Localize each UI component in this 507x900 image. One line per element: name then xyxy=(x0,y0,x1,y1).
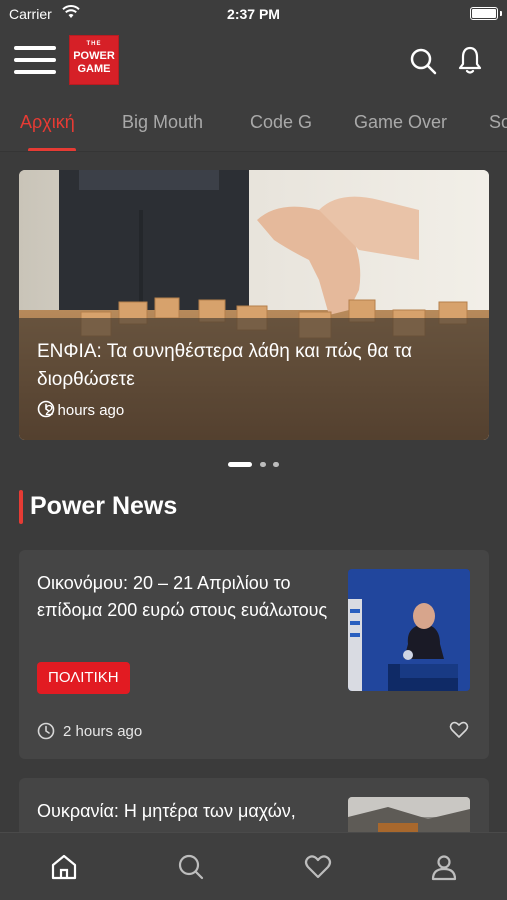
search-icon[interactable] xyxy=(409,47,437,75)
article-title[interactable]: Οικονόμου: 20 – 21 Απριλίου το επίδομα 2… xyxy=(37,570,332,624)
carousel-dot[interactable] xyxy=(260,462,266,467)
logo-the: THE xyxy=(86,41,102,47)
article-time-label: 2 hours ago xyxy=(63,722,143,740)
article-thumbnail[interactable] xyxy=(348,569,470,691)
bell-icon[interactable] xyxy=(457,45,483,75)
article-title[interactable]: Ουκρανία: Η μητέρα των μαχών, xyxy=(37,798,332,825)
bottom-nav xyxy=(0,832,507,900)
heart-icon[interactable] xyxy=(449,720,469,740)
clock-icon xyxy=(37,400,55,418)
active-tab-indicator xyxy=(28,148,76,151)
tab-game-over[interactable]: Game Over xyxy=(354,112,447,133)
home-icon[interactable] xyxy=(50,853,78,881)
category-tabs: Αρχική Big Mouth Code G Game Over So xyxy=(0,90,507,152)
carousel-dot[interactable] xyxy=(273,462,279,467)
featured-title[interactable]: ΕΝΦΙΑ: Τα συνηθέστερα λάθη και πώς θα τα… xyxy=(37,338,477,394)
article-card[interactable]: Οικονόμου: 20 – 21 Απριλίου το επίδομα 2… xyxy=(19,550,489,759)
featured-time: 2 hours ago xyxy=(37,400,124,420)
tab-big-mouth[interactable]: Big Mouth xyxy=(122,112,203,133)
status-bar: Carrier 2:37 PM xyxy=(0,0,507,30)
logo-game: GAME xyxy=(77,63,111,75)
user-icon[interactable] xyxy=(430,853,458,881)
featured-time-label: 2 hours ago xyxy=(45,401,125,419)
logo-power: POWER xyxy=(73,50,115,62)
favorites-icon[interactable] xyxy=(304,853,332,881)
menu-icon[interactable] xyxy=(14,44,56,76)
tab-home[interactable]: Αρχική xyxy=(20,112,75,133)
app-logo[interactable]: THE POWER GAME xyxy=(69,35,119,85)
section-title: Power News xyxy=(30,492,178,520)
search-icon[interactable] xyxy=(177,853,205,881)
article-time: 2 hours ago xyxy=(37,721,142,741)
carousel-dot-active[interactable] xyxy=(228,462,252,467)
section-accent-bar xyxy=(19,490,23,524)
tab-code-g[interactable]: Code G xyxy=(250,112,312,133)
battery-icon xyxy=(470,7,502,20)
tab-next[interactable]: So xyxy=(489,112,507,133)
status-time: 2:37 PM xyxy=(227,6,280,22)
clock-icon xyxy=(37,722,55,740)
category-tag[interactable]: ΠΟΛΙΤΙΚΗ xyxy=(37,662,130,694)
featured-article[interactable]: ΕΝΦΙΑ: Τα συνηθέστερα λάθη και πώς θα τα… xyxy=(19,170,489,440)
app-header: THE POWER GAME xyxy=(0,30,507,90)
